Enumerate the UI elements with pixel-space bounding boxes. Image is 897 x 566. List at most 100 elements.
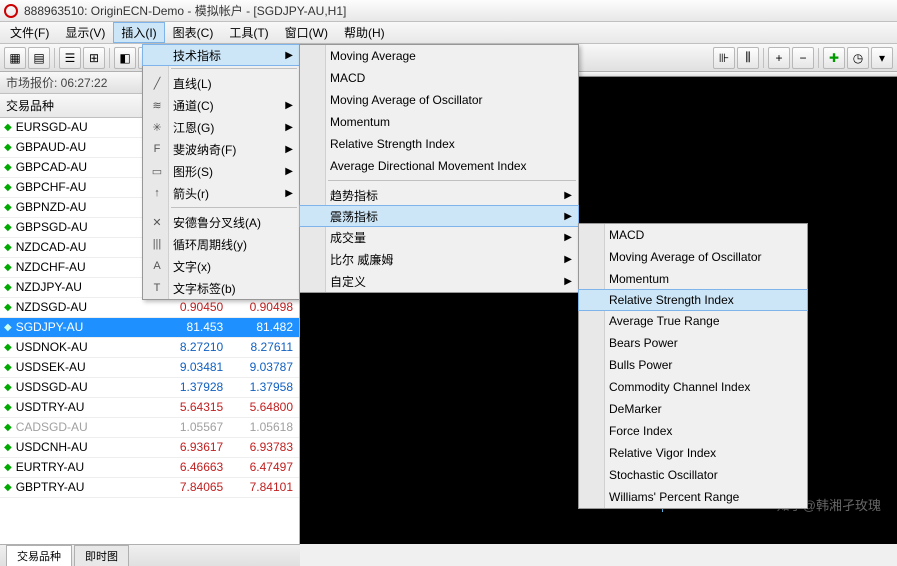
menu-item[interactable]: Bulls Power [579,354,807,376]
menu-label: Average Directional Movement Index [330,159,527,173]
menu-item[interactable]: Force Index [579,420,807,442]
market-row[interactable]: ◆SGDJPY-AU81.45381.482 [0,318,299,338]
menu-item[interactable]: Stochastic Oscillator [579,464,807,486]
menu-item[interactable]: Average Directional Movement Index [300,155,578,177]
menu-label: 震荡指标 [330,208,378,225]
tb-period[interactable]: ◷ [847,47,869,69]
menu-view[interactable]: 显示(V) [57,22,113,43]
symbol-name: EURSGD-AU [16,118,88,137]
menu-item[interactable]: 震荡指标▶ [299,205,579,227]
market-row[interactable]: ◆USDSGD-AU1.379281.37958 [0,378,299,398]
menu-item[interactable]: ▭图形(S)▶ [143,160,299,182]
bottom-tabs: 交易品种 即时图 [0,544,300,566]
menu-file[interactable]: 文件(F) [2,22,57,43]
tab-tick-chart[interactable]: 即时图 [74,545,129,566]
tb-indicators[interactable]: ✚ [823,47,845,69]
menu-item[interactable]: Moving Average [300,45,578,67]
menu-label: 江恩(G) [173,119,214,136]
menu-item[interactable]: 成交量▶ [300,226,578,248]
tb-profiles[interactable]: ☰ [59,47,81,69]
menu-item[interactable]: ✕安德鲁分叉线(A) [143,211,299,233]
menu-item[interactable]: ╱直线(L) [143,72,299,94]
market-row[interactable]: ◆CADSGD-AU1.055671.05618 [0,418,299,438]
menu-item[interactable]: ≋通道(C)▶ [143,94,299,116]
ask-price: 6.47497 [229,458,299,477]
tb-bar[interactable]: ⫼ [737,47,759,69]
symbol-name: GBPAUD-AU [16,138,86,157]
menu-icon: ≋ [149,99,165,112]
menu-icon: ▭ [149,165,165,178]
bid-price: 1.37928 [159,378,229,397]
menu-item[interactable]: Relative Strength Index [300,133,578,155]
tb-template[interactable]: ▾ [871,47,893,69]
tb-new[interactable]: ▦ [4,47,26,69]
menu-item[interactable]: A文字(x) [143,255,299,277]
menu-item[interactable]: 趋势指标▶ [300,184,578,206]
tb-candle[interactable]: ⊪ [713,47,735,69]
tb-market[interactable]: ⊞ [83,47,105,69]
menu-window[interactable]: 窗口(W) [277,22,336,43]
market-row[interactable]: ◆EURTRY-AU6.466636.47497 [0,458,299,478]
menu-label: 趋势指标 [330,187,378,204]
submenu-arrow-icon: ▶ [285,50,293,61]
tb-zoom-in[interactable]: + [768,47,790,69]
market-row[interactable]: ◆GBPTRY-AU7.840657.84101 [0,478,299,498]
tb-open[interactable]: ▤ [28,47,50,69]
bid-price: 7.84065 [159,478,229,497]
tb-nav[interactable]: ◧ [114,47,136,69]
market-row[interactable]: ◆USDNOK-AU8.272108.27611 [0,338,299,358]
bid-price: 6.93617 [159,438,229,457]
menu-item[interactable]: Moving Average of Oscillator [579,246,807,268]
menu-item[interactable]: Moving Average of Oscillator [300,89,578,111]
menu-item[interactable]: ↑箭头(r)▶ [143,182,299,204]
menu-item[interactable]: DeMarker [579,398,807,420]
menu-item[interactable]: Momentum [579,268,807,290]
menu-insert[interactable]: 插入(I) [113,22,164,43]
market-row[interactable]: ◆USDCNH-AU6.936176.93783 [0,438,299,458]
dropdown-indicators: Moving AverageMACDMoving Average of Osci… [299,44,579,293]
direction-icon: ◆ [4,398,12,417]
menu-item[interactable]: MACD [300,67,578,89]
menu-item[interactable]: Momentum [300,111,578,133]
menu-item[interactable]: 自定义▶ [300,270,578,292]
menu-item[interactable]: 比尔 威廉姆▶ [300,248,578,270]
menu-item[interactable]: ✳江恩(G)▶ [143,116,299,138]
symbol-name: CADSGD-AU [16,418,88,437]
menu-label: Relative Strength Index [330,137,455,151]
submenu-arrow-icon: ▶ [285,100,293,111]
tb-zoom-out[interactable]: − [792,47,814,69]
market-row[interactable]: ◆USDSEK-AU9.034819.03787 [0,358,299,378]
menu-item[interactable]: 技术指标▶ [142,44,300,66]
market-row[interactable]: ◆USDTRY-AU5.643155.64800 [0,398,299,418]
submenu-arrow-icon: ▶ [564,276,572,287]
symbol-name: USDTRY-AU [16,398,85,417]
menu-item[interactable]: MACD [579,224,807,246]
symbol-name: GBPNZD-AU [16,198,87,217]
menu-chart[interactable]: 图表(C) [165,22,222,43]
menu-item[interactable]: Average True Range [579,310,807,332]
ask-price: 81.482 [229,318,299,337]
market-row[interactable]: ◆NZDSGD-AU0.904500.90498 [0,298,299,318]
menu-item[interactable]: F斐波纳奇(F)▶ [143,138,299,160]
menu-label: Momentum [609,272,669,286]
col-symbol[interactable]: 交易品种 [0,94,159,117]
menu-label: 安德鲁分叉线(A) [173,214,261,231]
symbol-name: GBPTRY-AU [16,478,85,497]
menu-item[interactable]: |||循环周期线(y) [143,233,299,255]
menu-label: 直线(L) [173,75,212,92]
menu-label: Relative Vigor Index [609,446,716,460]
menu-item[interactable]: Commodity Channel Index [579,376,807,398]
menu-item[interactable]: T文字标签(b) [143,277,299,299]
menu-item[interactable]: Bears Power [579,332,807,354]
menu-item[interactable]: Relative Strength Index [578,289,808,311]
menu-help[interactable]: 帮助(H) [336,22,393,43]
menu-label: Momentum [330,115,390,129]
submenu-arrow-icon: ▶ [285,122,293,133]
app-icon [4,4,18,18]
tab-symbols[interactable]: 交易品种 [6,545,72,566]
menu-item[interactable]: Relative Vigor Index [579,442,807,464]
menu-item[interactable]: Williams' Percent Range [579,486,807,508]
menu-tools[interactable]: 工具(T) [221,22,276,43]
menu-bar: 文件(F) 显示(V) 插入(I) 图表(C) 工具(T) 窗口(W) 帮助(H… [0,22,897,44]
ask-price: 5.64800 [229,398,299,417]
